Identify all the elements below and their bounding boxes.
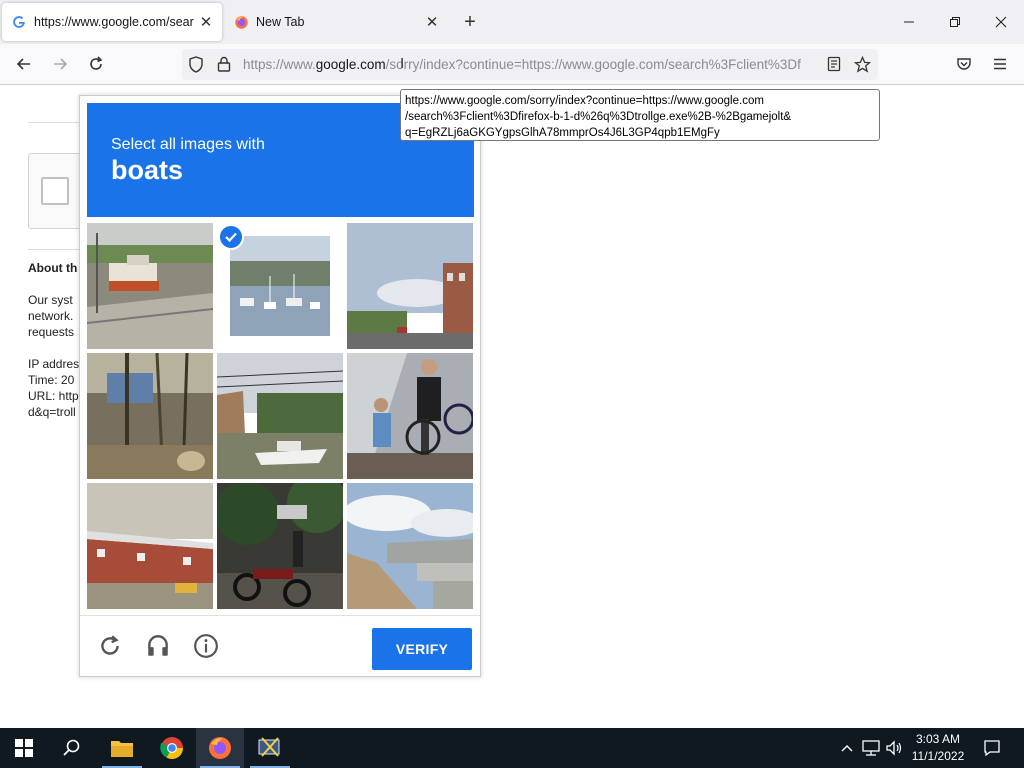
meta-line: Time: 20 bbox=[28, 373, 75, 387]
tab-title: https://www.google.com/search bbox=[34, 15, 194, 29]
tooltip-line: q=EgRZLj6aGKGYgpsGlhA78mmprOs4J6L3GP4qpb… bbox=[405, 127, 720, 139]
verify-button[interactable]: VERIFY bbox=[372, 628, 472, 670]
menu-icon[interactable] bbox=[986, 50, 1014, 78]
reload-challenge-icon[interactable] bbox=[95, 631, 125, 661]
reader-view-icon[interactable] bbox=[827, 56, 841, 77]
search-icon[interactable] bbox=[48, 728, 96, 768]
challenge-object: boats bbox=[111, 155, 184, 185]
close-window-button[interactable] bbox=[978, 0, 1024, 44]
image-tile-street-buildings[interactable] bbox=[347, 223, 473, 349]
chrome-icon[interactable] bbox=[148, 728, 196, 768]
new-tab-button[interactable]: + bbox=[458, 10, 482, 34]
image-tile-harbor-boats[interactable] bbox=[217, 223, 343, 349]
meta-line: URL: http bbox=[28, 389, 79, 403]
url-text[interactable]: https://www.google.com/sorry/index?conti… bbox=[243, 57, 821, 72]
tooltip-line: https://www.google.com/sorry/index?conti… bbox=[405, 95, 764, 107]
reload-icon[interactable] bbox=[82, 50, 110, 78]
start-button[interactable] bbox=[0, 728, 48, 768]
image-tile-boat-in-yard[interactable] bbox=[217, 353, 343, 479]
tab-title: New Tab bbox=[256, 15, 305, 29]
tab-new-tab[interactable]: New Tab ✕ bbox=[224, 3, 448, 41]
google-icon bbox=[11, 14, 27, 30]
body-line: network. bbox=[28, 309, 74, 323]
minimize-button[interactable] bbox=[886, 0, 932, 44]
show-hidden-icons[interactable] bbox=[838, 728, 856, 768]
file-explorer-icon[interactable] bbox=[98, 728, 146, 768]
recaptcha-challenge-dialog: Select all images with boats VERIFY bbox=[79, 95, 481, 677]
restore-button[interactable] bbox=[932, 0, 978, 44]
meta-line: IP addres bbox=[28, 357, 80, 371]
challenge-footer: VERIFY bbox=[80, 615, 480, 677]
tab-google-search[interactable]: https://www.google.com/search ✕ bbox=[2, 3, 222, 41]
text-cursor-icon: I bbox=[400, 55, 405, 72]
body-line: Our syst bbox=[28, 293, 73, 307]
lock-icon[interactable] bbox=[217, 56, 231, 77]
challenge-instruction: Select all images with bbox=[111, 136, 265, 153]
windows-taskbar: 3:03 AM 11/1/2022 bbox=[0, 728, 1024, 768]
selected-check-icon bbox=[218, 224, 244, 250]
tooltip-line: /search%3Fclient%3Dfirefox-b-1-d%26q%3Dt… bbox=[405, 111, 792, 123]
firefox-icon[interactable] bbox=[196, 728, 244, 768]
clock-date: 11/1/2022 bbox=[911, 749, 965, 763]
info-icon[interactable] bbox=[191, 631, 221, 661]
close-tab-icon[interactable]: ✕ bbox=[420, 10, 444, 34]
forward-icon[interactable] bbox=[46, 50, 74, 78]
network-icon[interactable] bbox=[860, 728, 882, 768]
firefox-icon bbox=[233, 14, 249, 30]
tracking-shield-icon[interactable] bbox=[188, 56, 204, 78]
network-tool-icon[interactable] bbox=[246, 728, 294, 768]
back-icon[interactable] bbox=[10, 50, 38, 78]
image-grid bbox=[87, 223, 474, 610]
action-center-icon[interactable] bbox=[980, 728, 1004, 768]
image-tile-building-car[interactable] bbox=[87, 483, 213, 609]
tab-strip: https://www.google.com/search ✕ New Tab … bbox=[0, 0, 1024, 44]
address-bar[interactable]: https://www.google.com/sorry/index?conti… bbox=[182, 49, 878, 80]
system-clock[interactable]: 3:03 AM 11/1/2022 bbox=[900, 731, 976, 765]
recaptcha-checkbox[interactable] bbox=[41, 177, 69, 205]
body-line: requests bbox=[28, 325, 75, 339]
image-tile-person-with-bicycle[interactable] bbox=[347, 353, 473, 479]
pocket-icon[interactable] bbox=[950, 50, 978, 78]
firefox-window: https://www.google.com/search ✕ New Tab … bbox=[0, 0, 1024, 768]
image-tile-bridge-sky[interactable] bbox=[347, 483, 473, 609]
audio-challenge-icon[interactable] bbox=[143, 631, 173, 661]
image-tile-woods-truck[interactable] bbox=[87, 353, 213, 479]
navigation-toolbar: https://www.google.com/sorry/index?conti… bbox=[0, 44, 1024, 85]
close-tab-icon[interactable]: ✕ bbox=[194, 10, 218, 34]
clock-time: 3:03 AM bbox=[915, 732, 961, 746]
url-tooltip: https://www.google.com/sorry/index?conti… bbox=[400, 89, 880, 141]
image-tile-boat-at-dock[interactable] bbox=[87, 223, 213, 349]
meta-line: d&q=troll bbox=[28, 405, 76, 419]
about-heading: About th bbox=[28, 261, 78, 275]
image-tile-motorcycles-street[interactable] bbox=[217, 483, 343, 609]
bookmark-star-icon[interactable] bbox=[853, 55, 872, 78]
